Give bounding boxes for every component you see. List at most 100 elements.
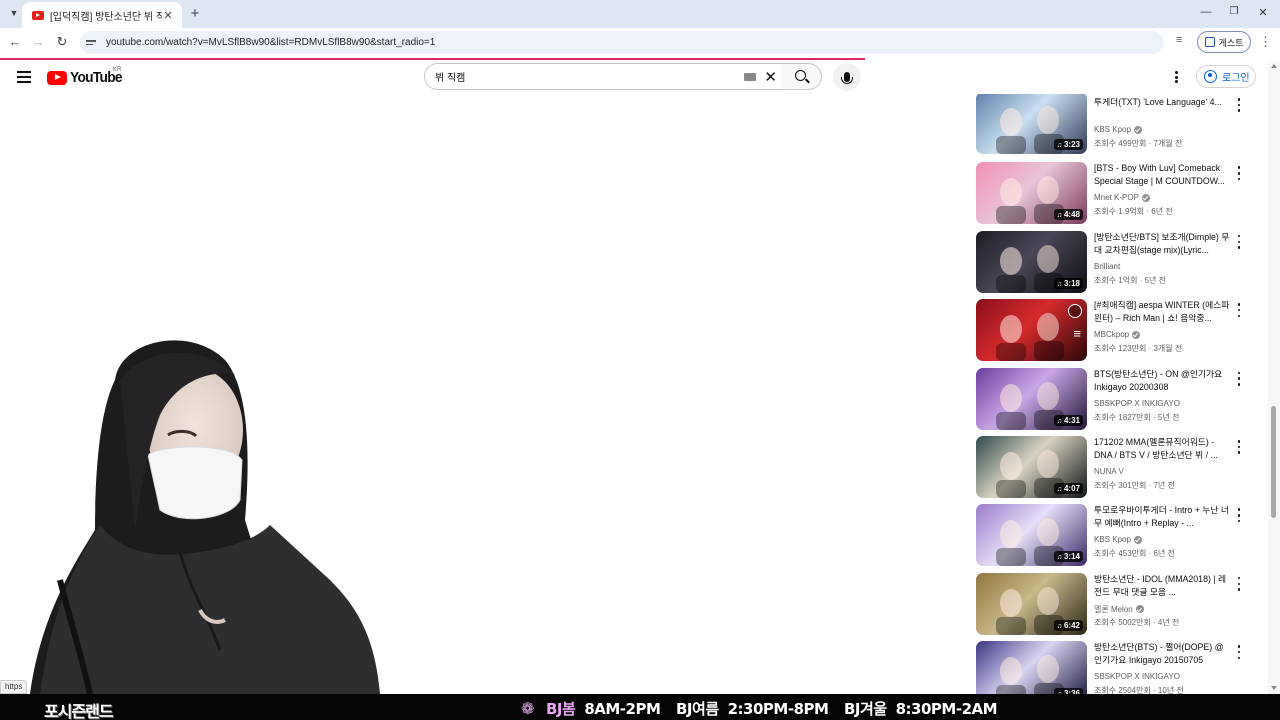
- channel-name[interactable]: Brilliant: [1094, 262, 1120, 271]
- video-thumbnail[interactable]: 3:14: [976, 504, 1087, 567]
- youtube-logo[interactable]: YouTube KR: [47, 67, 126, 86]
- video-menu-icon[interactable]: [1236, 440, 1242, 454]
- tab-close-icon[interactable]: ✕: [162, 9, 174, 22]
- video-thumbnail[interactable]: 3:36: [976, 641, 1087, 694]
- video-list-item[interactable]: 3:18 [방탄소년단/BTS] 보조개(Dimple) 무대 교차편집(stag…: [975, 230, 1245, 295]
- site-settings-icon[interactable]: [86, 37, 100, 49]
- channel-name-row[interactable]: NUNA V: [1094, 467, 1124, 476]
- address-bar[interactable]: youtube.com/watch?v=MvLSflB8w90&list=RDM…: [80, 31, 1164, 54]
- window-close-icon[interactable]: ✕: [1256, 6, 1270, 19]
- video-thumbnail[interactable]: 4:07: [976, 436, 1087, 498]
- reading-list-icon[interactable]: ≡: [1176, 34, 1182, 46]
- video-list-item[interactable]: 3:14 투모로우바이투게더 - Intro + 누난 너무 예뻐(Intro +…: [975, 504, 1245, 568]
- flower-icon: ❁: [521, 701, 535, 718]
- video-menu-icon[interactable]: [1236, 166, 1242, 181]
- search-button[interactable]: [782, 63, 822, 90]
- video-metadata: 조회수 5002만회 · 4년 전: [1094, 617, 1180, 627]
- video-list-item[interactable]: 6:42 방탄소년단 - IDOL (MMA2018) | 레전드 무대 댓글 모…: [975, 572, 1245, 637]
- channel-name[interactable]: KBS Kpop: [1094, 125, 1131, 134]
- channel-name-row[interactable]: KBS Kpop: [1094, 535, 1142, 544]
- video-thumbnail[interactable]: 6:42: [976, 572, 1087, 635]
- channel-name[interactable]: 멜론 Melon: [1094, 604, 1133, 615]
- sign-in-button[interactable]: 로그인: [1196, 65, 1256, 88]
- search-box[interactable]: 뷔 직캠 ✕: [424, 63, 786, 90]
- brand-name: 포시즌랜드: [44, 702, 114, 720]
- channel-name-row[interactable]: SBSKPOP X INKIGAYO: [1094, 399, 1180, 408]
- channel-name-row[interactable]: SBSKPOP X INKIGAYO: [1094, 672, 1180, 681]
- video-list-item[interactable]: 4:31 BTS(방탄소년단) - ON @인기가요 Inkigayo 20200…: [975, 367, 1245, 432]
- video-title[interactable]: [#최애직캠] aespa WINTER (에스파 윈터) – Rich Man…: [1094, 299, 1230, 325]
- guest-label: 게스트: [1218, 37, 1244, 48]
- channel-name[interactable]: MBCkpop: [1094, 330, 1129, 339]
- video-thumbnail[interactable]: 3:18: [976, 230, 1087, 293]
- video-title[interactable]: 투게더(TXT) 'Love Language' 4...: [1094, 96, 1230, 109]
- video-metadata: 조회수 453만회 · 6년 전: [1094, 549, 1175, 559]
- channel-name-row[interactable]: KBS Kpop: [1094, 125, 1142, 134]
- verified-badge-icon: [1135, 605, 1144, 614]
- video-title[interactable]: 투모로우바이투게더 - Intro + 누난 너무 예뻐(Intro + Rep…: [1094, 504, 1230, 530]
- browser-tab-strip: ▼ [입덕직캠] 방탄소년단 뷔 직캠 ✕ + — ❐ ✕: [0, 0, 1280, 28]
- video-title[interactable]: BTS(방탄소년단) - ON @인기가요 Inkigayo 20200308: [1094, 368, 1230, 394]
- video-menu-icon[interactable]: [1236, 645, 1242, 660]
- video-list-item[interactable]: 4:07 171202 MMA(멜론뮤직어워드) - DNA / BTS V / …: [975, 436, 1245, 500]
- page-scrollbar[interactable]: [1268, 62, 1280, 694]
- video-list-item[interactable]: 3:36 방탄소년단(BTS) - 쩔어(DOPE) @인기가요 Inkigayo…: [975, 641, 1245, 694]
- video-title[interactable]: [방탄소년단/BTS] 보조개(Dimple) 무대 교차편집(stage mi…: [1094, 231, 1230, 257]
- video-list-item[interactable]: ≡ [#최애직캠] aespa WINTER (에스파 윈터) – Rich Ma…: [975, 299, 1245, 363]
- scrollbar-thumb[interactable]: [1271, 406, 1276, 518]
- verified-badge-icon: [1132, 330, 1141, 339]
- recommended-videos-list: 3:23 투게더(TXT) 'Love Language' 4... KBS Kpo…: [975, 94, 1245, 694]
- video-thumbnail[interactable]: 4:48: [976, 162, 1087, 225]
- video-thumbnail[interactable]: 4:31: [976, 367, 1087, 430]
- schedule-slot: BJ여름 2:30PM-8PM: [676, 698, 829, 719]
- channel-name[interactable]: SBSKPOP X INKIGAYO: [1094, 672, 1180, 681]
- url-text[interactable]: youtube.com/watch?v=MvLSflB8w90&list=RDM…: [106, 37, 435, 48]
- channel-name[interactable]: KBS Kpop: [1094, 535, 1131, 544]
- video-list-item[interactable]: 3:23 투게더(TXT) 'Love Language' 4... KBS Kpo…: [975, 94, 1245, 158]
- new-tab-button[interactable]: +: [188, 5, 202, 22]
- channel-name[interactable]: NUNA V: [1094, 467, 1124, 476]
- video-title[interactable]: [BTS - Boy With Luv] Comeback Special St…: [1094, 162, 1230, 188]
- video-menu-icon[interactable]: [1236, 576, 1242, 591]
- browser-tab[interactable]: [입덕직캠] 방탄소년단 뷔 직캠 ✕: [22, 2, 182, 28]
- restore-icon[interactable]: ❐: [1227, 6, 1241, 17]
- scroll-up-icon[interactable]: [1271, 64, 1277, 68]
- video-thumbnail[interactable]: 3:23: [976, 94, 1087, 154]
- channel-name-row[interactable]: 멜론 Melon: [1094, 604, 1144, 615]
- keyboard-icon[interactable]: [744, 72, 757, 81]
- video-menu-icon[interactable]: [1236, 303, 1242, 318]
- profile-icon: [1204, 37, 1215, 47]
- search-input[interactable]: 뷔 직캠: [435, 69, 744, 84]
- video-menu-icon[interactable]: [1236, 371, 1242, 386]
- browser-menu-icon[interactable]: ⋮: [1259, 34, 1272, 50]
- video-title[interactable]: 방탄소년단(BTS) - 쩔어(DOPE) @인기가요 Inkigayo 201…: [1094, 641, 1230, 667]
- voice-search-button[interactable]: [833, 63, 861, 91]
- channel-name-row[interactable]: MBCkpop: [1094, 330, 1141, 339]
- video-menu-icon[interactable]: [1236, 508, 1242, 523]
- channel-name[interactable]: SBSKPOP X INKIGAYO: [1094, 399, 1180, 408]
- video-menu-icon[interactable]: [1236, 98, 1242, 112]
- channel-name-row[interactable]: Mnet K-POP: [1094, 193, 1150, 202]
- tab-search-icon[interactable]: ▼: [6, 5, 22, 21]
- video-title[interactable]: 171202 MMA(멜론뮤직어워드) - DNA / BTS V / 방탄소년…: [1094, 436, 1230, 462]
- clear-search-icon[interactable]: ✕: [764, 68, 777, 86]
- video-metadata: 조회수 499만회 · 7개월 전: [1094, 139, 1183, 148]
- channel-name-row[interactable]: Brilliant: [1094, 262, 1120, 271]
- forward-icon[interactable]: →: [29, 34, 47, 49]
- reload-icon[interactable]: ↻: [53, 34, 71, 50]
- video-list-item[interactable]: 4:48 [BTS - Boy With Luv] Comeback Specia…: [975, 162, 1245, 226]
- guide-menu-icon[interactable]: [17, 71, 31, 83]
- guest-profile-button[interactable]: 게스트: [1197, 31, 1251, 53]
- verified-badge-icon: [1133, 535, 1142, 544]
- channel-name[interactable]: Mnet K-POP: [1094, 193, 1139, 202]
- video-menu-icon[interactable]: [1236, 234, 1242, 249]
- minimize-icon[interactable]: —: [1199, 6, 1213, 18]
- video-thumbnail[interactable]: ≡: [976, 299, 1087, 362]
- settings-menu-icon[interactable]: [1172, 69, 1180, 85]
- scroll-down-icon[interactable]: [1271, 686, 1277, 690]
- search-icon: [795, 70, 806, 81]
- video-title[interactable]: 방탄소년단 - IDOL (MMA2018) | 레전드 무대 댓글 모음 ..…: [1094, 573, 1230, 599]
- back-icon[interactable]: ←: [6, 34, 24, 49]
- video-duration: 4:31: [1053, 414, 1083, 426]
- add-to-queue-icon[interactable]: ≡: [1073, 327, 1081, 341]
